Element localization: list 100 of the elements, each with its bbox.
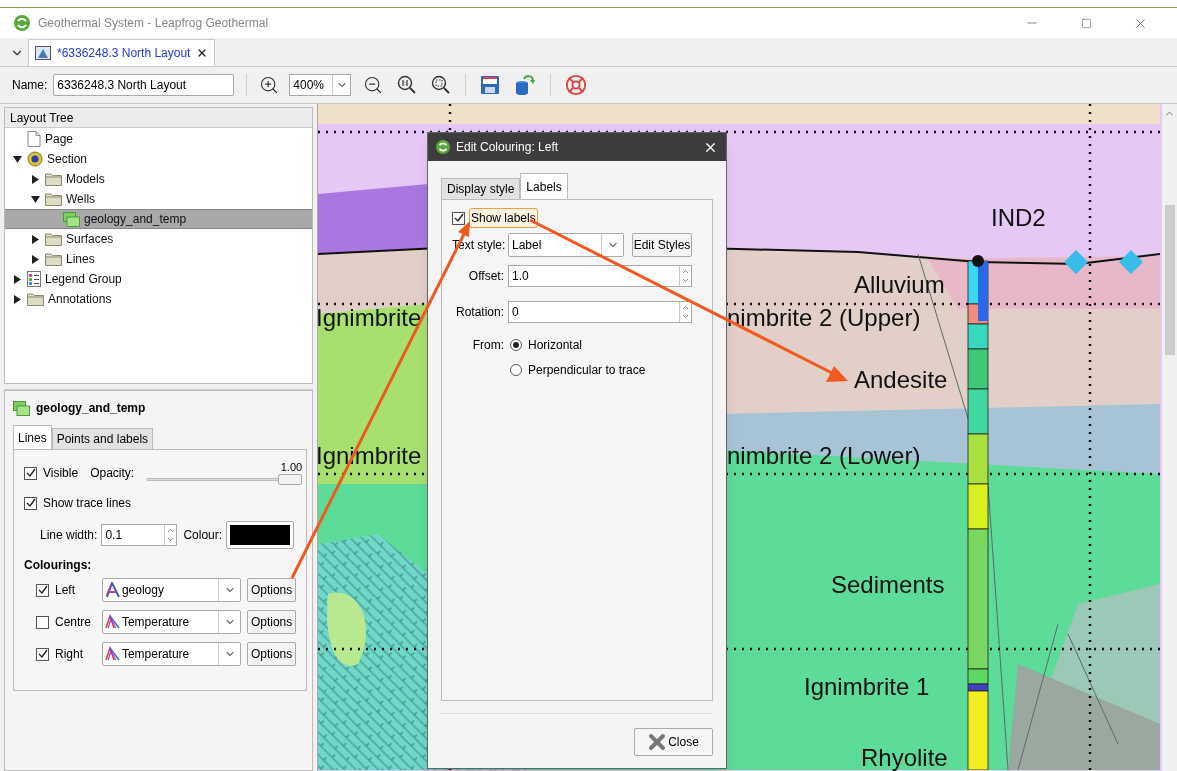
section-label: Ignimbrite 1 xyxy=(804,673,930,701)
section-label: Alluvium xyxy=(854,271,945,299)
folder-icon xyxy=(45,252,62,266)
vertical-scrollbar[interactable] xyxy=(1162,104,1177,771)
tree-item[interactable]: Wells xyxy=(5,189,312,209)
tree-item[interactable]: Lines xyxy=(5,249,312,269)
save-icon[interactable] xyxy=(480,75,501,95)
offset-label: Offset: xyxy=(467,268,504,285)
app-logo-icon xyxy=(14,15,30,31)
close-dialog-button[interactable]: Close xyxy=(634,728,713,756)
collapsed-caret-icon[interactable] xyxy=(31,254,40,264)
colouring-checkbox[interactable] xyxy=(36,615,49,629)
section-icon xyxy=(27,151,43,167)
options-button[interactable]: Options xyxy=(247,578,296,602)
app-logo-icon xyxy=(436,140,450,154)
tree-item[interactable]: Surfaces xyxy=(5,229,312,249)
window-title: Geothermal System - Leapfrog Geothermal xyxy=(38,15,269,32)
dialog-title: Edit Colouring: Left xyxy=(456,139,559,156)
tree-item[interactable]: geology_and_temp xyxy=(5,209,312,229)
name-label: Name: xyxy=(12,77,48,94)
tree-item[interactable]: Page xyxy=(5,129,312,149)
from-label: From: xyxy=(472,337,504,352)
trace-lines-checkbox[interactable] xyxy=(24,496,37,510)
collapsed-caret-icon[interactable] xyxy=(13,274,22,284)
panel-header: Layout Tree xyxy=(5,108,312,128)
colouring-dropdown[interactable]: Temperature xyxy=(101,642,242,666)
section-label: Ignimbrite xyxy=(318,304,422,332)
help-icon[interactable] xyxy=(565,74,588,96)
colouring-dropdown[interactable]: Temperature xyxy=(101,610,242,634)
folder-icon xyxy=(45,232,62,246)
collapsed-caret-icon[interactable] xyxy=(31,234,40,244)
document-tab[interactable]: *6336248.3 North Layout xyxy=(28,39,216,66)
dialog-tab[interactable]: Display style xyxy=(441,178,521,199)
spin-arrows-icon[interactable] xyxy=(679,266,691,286)
radio-label: Perpendicular to trace xyxy=(528,361,646,379)
line-width-field[interactable]: 0.1 xyxy=(101,524,178,546)
tree-item[interactable]: Annotations xyxy=(5,289,312,309)
properties-tab[interactable]: Lines xyxy=(13,425,52,449)
colouring-label: Left xyxy=(55,582,76,599)
opacity-slider-thumb[interactable] xyxy=(278,473,303,485)
show-labels-checkbox[interactable] xyxy=(452,211,465,225)
radio-button[interactable] xyxy=(510,363,522,376)
zoom-out-icon[interactable] xyxy=(363,75,384,95)
wells-icon xyxy=(13,400,30,416)
opacity-label: Opacity: xyxy=(90,465,135,482)
wells-icon xyxy=(63,211,80,227)
rotation-field[interactable]: 0 xyxy=(508,301,692,323)
colour-label: Colour: xyxy=(183,527,223,544)
colouring-label: Right xyxy=(55,646,84,663)
section-label: nimbrite 2 (Upper) xyxy=(727,304,921,332)
section-label: IND2 xyxy=(991,204,1046,232)
text-style-dropdown[interactable]: Label xyxy=(508,233,624,257)
maximize-icon xyxy=(1080,17,1092,29)
folder-icon xyxy=(27,292,44,306)
tree-item[interactable]: Models xyxy=(5,169,312,189)
rotation-label: Rotation: xyxy=(454,304,504,321)
zoom-dropdown[interactable]: 400% xyxy=(289,74,352,96)
legend-icon xyxy=(27,271,41,287)
folder-icon xyxy=(45,172,62,186)
folder-icon xyxy=(45,192,62,206)
expanded-caret-icon[interactable] xyxy=(31,194,40,204)
colouring-checkbox[interactable] xyxy=(36,647,49,661)
collapsed-caret-icon[interactable] xyxy=(31,174,40,184)
zoom-in-icon[interactable] xyxy=(259,75,280,95)
visible-checkbox[interactable] xyxy=(24,466,37,480)
numeric-colouring-icon xyxy=(104,614,121,630)
properties-tab[interactable]: Points and labels xyxy=(51,428,154,449)
colouring-label: Centre xyxy=(55,614,93,631)
opacity-reading: 1.00 xyxy=(280,461,303,473)
collapsed-caret-icon[interactable] xyxy=(13,294,22,304)
section-label: Andesite xyxy=(854,366,948,394)
tree-item[interactable]: Section xyxy=(5,149,312,169)
radio-label: Horizontal xyxy=(528,336,583,354)
options-button[interactable]: Options xyxy=(247,642,296,666)
line-width-label: Line width: xyxy=(40,527,98,544)
visible-label: Visible xyxy=(43,465,79,482)
options-button[interactable]: Options xyxy=(247,610,296,634)
radio-button[interactable] xyxy=(510,338,522,351)
edit-styles-button[interactable]: Edit Styles xyxy=(632,233,692,257)
zoom-actual-size-icon[interactable] xyxy=(397,75,418,95)
page-icon xyxy=(27,131,41,147)
section-label: nimbrite 2 (Lower) xyxy=(727,442,921,470)
properties-title: geology_and_temp xyxy=(36,400,146,417)
colouring-checkbox[interactable] xyxy=(36,583,49,597)
spin-arrows-icon[interactable] xyxy=(679,302,691,322)
colouring-dropdown[interactable]: geology xyxy=(101,578,242,602)
close-x-icon xyxy=(648,733,667,751)
name-field[interactable]: 6336248.3 North Layout xyxy=(53,74,235,96)
numeric-colouring-icon xyxy=(104,646,121,662)
dialog-tab[interactable]: Labels xyxy=(520,173,568,199)
zoom-fit-icon[interactable] xyxy=(431,75,452,95)
expanded-caret-icon[interactable] xyxy=(13,154,22,164)
trace-lines-label: Show trace lines xyxy=(43,495,132,512)
database-export-icon[interactable] xyxy=(514,74,537,96)
tree-item[interactable]: Legend Group xyxy=(5,269,312,289)
section-label: Rhyolite xyxy=(861,744,948,771)
category-colouring-icon xyxy=(104,582,121,598)
offset-field[interactable]: 1.0 xyxy=(508,265,692,287)
section-label: Sediments xyxy=(831,571,945,599)
scrollbar-thumb[interactable] xyxy=(1164,205,1175,355)
